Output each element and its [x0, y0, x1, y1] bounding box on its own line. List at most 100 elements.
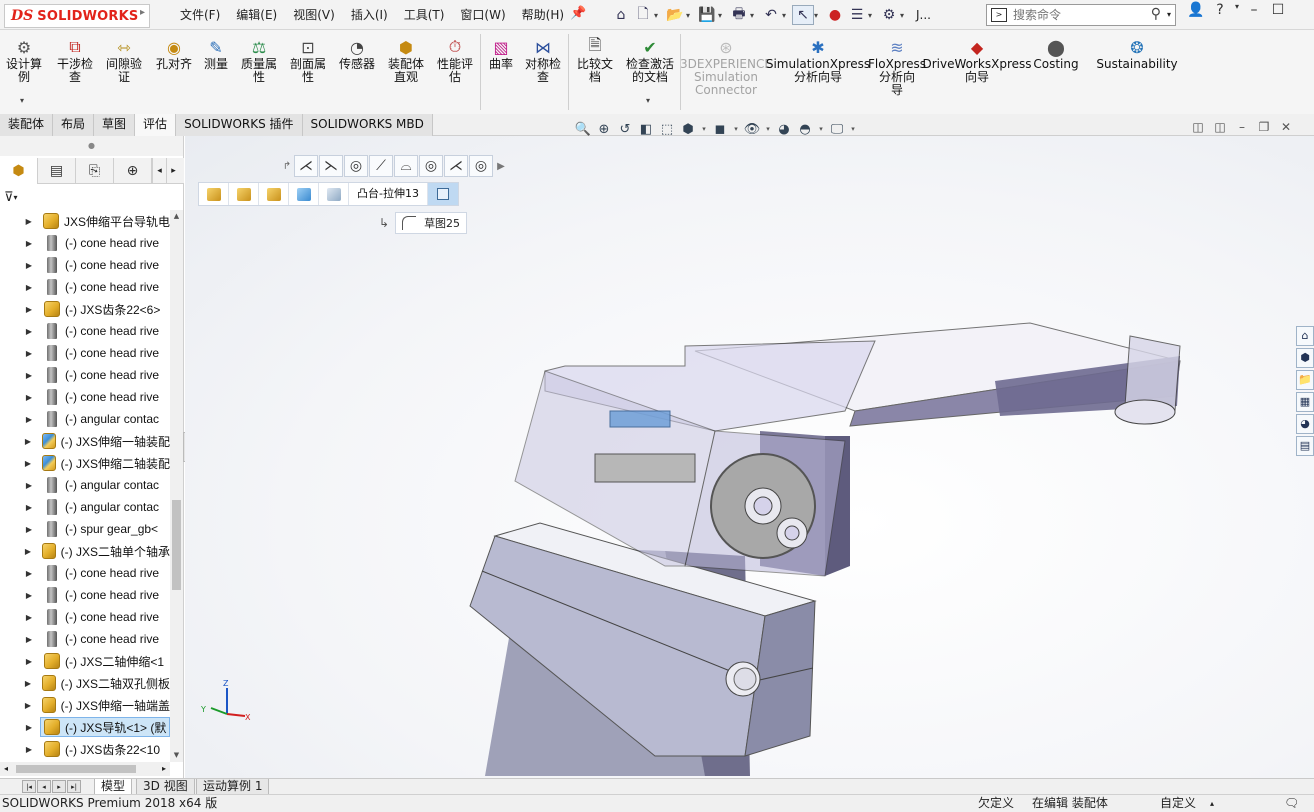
- expand-arrow-icon[interactable]: ▶: [22, 459, 34, 468]
- rebuild-status-icon[interactable]: 🗨: [1284, 795, 1299, 812]
- menu-item-6[interactable]: 帮助(H): [514, 6, 572, 23]
- rebuild-traffic-light-icon[interactable]: ●: [824, 5, 846, 25]
- tab-2[interactable]: 草图: [94, 114, 136, 136]
- scrollbar-thumb[interactable]: [172, 500, 181, 590]
- view-settings-icon[interactable]: 🖵: [828, 122, 846, 137]
- viewport-minimize-icon[interactable]: –: [1234, 120, 1250, 134]
- hide-show-dropdown-icon[interactable]: ▾: [764, 125, 772, 133]
- viewport-maximize-icon[interactable]: ❐: [1256, 120, 1272, 134]
- search-dropdown-icon[interactable]: ▾: [1167, 10, 1171, 19]
- ribbon-button-costing[interactable]: ⬤ Costing: [1030, 36, 1082, 71]
- tab-4[interactable]: SOLIDWORKS 插件: [176, 114, 303, 136]
- ribbon-button-assembly-visualization[interactable]: ⬢ 装配体 直观: [383, 36, 429, 84]
- expand-arrow-icon[interactable]: ▶: [22, 239, 36, 248]
- horizontal-scrollbar-thumb[interactable]: [16, 765, 136, 773]
- tree-row[interactable]: ▶ (-) cone head rive: [0, 320, 170, 342]
- help-dropdown-icon[interactable]: ▾: [1232, 2, 1242, 18]
- expand-arrow-icon[interactable]: ▶: [22, 305, 36, 314]
- tab-3[interactable]: 评估: [135, 114, 177, 136]
- select-cursor-icon[interactable]: ↖: [792, 5, 814, 25]
- check-active-document-dropdown-icon[interactable]: ▾: [646, 96, 650, 105]
- tree-vertical-scrollbar[interactable]: ▲ ▼: [170, 210, 183, 762]
- expand-arrow-icon[interactable]: ▶: [22, 437, 34, 446]
- display-style-dropdown-icon[interactable]: ▾: [732, 125, 740, 133]
- tree-row[interactable]: ▶ (-) JXS二轴伸缩<1: [0, 650, 170, 672]
- ribbon-button-interference-check[interactable]: ⧉ 干涉检 查: [52, 36, 98, 84]
- file-explorer-icon[interactable]: 📁: [1296, 370, 1314, 390]
- custom-properties-icon[interactable]: ▤: [1296, 436, 1314, 456]
- help-icon[interactable]: ?: [1208, 2, 1232, 18]
- expand-arrow-icon[interactable]: ▶: [22, 349, 36, 358]
- feature-manager-tab-icon[interactable]: ⬢: [0, 158, 38, 184]
- next-tab-icon[interactable]: ▸: [52, 780, 66, 793]
- configuration-manager-tab-icon[interactable]: ⎘: [76, 158, 114, 184]
- filter-icon[interactable]: ⊽: [4, 190, 14, 205]
- search-commands-box[interactable]: > ⚲ ▾: [986, 4, 1176, 26]
- maximize-window-icon[interactable]: ☐: [1266, 2, 1290, 18]
- logo-expand-icon[interactable]: ▸: [140, 7, 145, 18]
- hide-show-items-icon[interactable]: 👁: [743, 122, 761, 137]
- panel-grip[interactable]: ●: [0, 136, 183, 156]
- tree-row[interactable]: ▶ JXS伸缩平台导轨电: [0, 210, 170, 232]
- open-icon[interactable]: 📂: [664, 5, 686, 25]
- print-dropdown-icon[interactable]: ▾: [750, 11, 760, 20]
- tree-row[interactable]: ▶ (-) JXS二轴单个轴承: [0, 540, 170, 562]
- expand-arrow-icon[interactable]: ▶: [22, 569, 36, 578]
- tree-horizontal-scrollbar[interactable]: ◂ ▸: [0, 762, 170, 776]
- expand-arrow-icon[interactable]: ▶: [22, 327, 36, 336]
- expand-arrow-icon[interactable]: ▶: [22, 679, 34, 688]
- ribbon-button-mass-properties[interactable]: ⚖ 质量属 性: [236, 36, 282, 84]
- tree-row[interactable]: ▶ (-) JXS伸缩一轴端盖: [0, 694, 170, 716]
- expand-arrow-icon[interactable]: ▶: [22, 723, 36, 732]
- tree-row[interactable]: ▶ (-) angular contac: [0, 496, 170, 518]
- tree-row[interactable]: ▶ (-) JXS齿条22<6>: [0, 298, 170, 320]
- viewport-close-icon[interactable]: ✕: [1278, 120, 1294, 134]
- viewport-restore-left-icon[interactable]: ◫: [1190, 120, 1206, 134]
- first-tab-icon[interactable]: |◂: [22, 780, 36, 793]
- zoom-to-area-icon[interactable]: ⊕: [595, 122, 613, 137]
- scroll-down-icon[interactable]: ▼: [170, 749, 183, 762]
- save-icon[interactable]: 💾: [696, 5, 718, 25]
- zoom-to-fit-icon[interactable]: 🔍: [574, 122, 592, 137]
- menu-item-4[interactable]: 工具(T): [396, 6, 453, 23]
- tree-row[interactable]: ▶ (-) cone head rive: [0, 342, 170, 364]
- solidworks-logo[interactable]: DS SOLIDWORKS ▸: [4, 4, 150, 28]
- filter-dropdown-icon[interactable]: ▾: [14, 193, 18, 202]
- tree-row[interactable]: ▶ (-) cone head rive: [0, 584, 170, 606]
- last-tab-icon[interactable]: ▸|: [67, 780, 81, 793]
- prev-tab-icon[interactable]: ◂: [37, 780, 51, 793]
- view-orientation-icon[interactable]: ⬢: [679, 122, 697, 137]
- ribbon-button-simulationxpress[interactable]: ✱ SimulationXpress 分析向导: [766, 36, 870, 84]
- expand-arrow-icon[interactable]: ▶: [22, 657, 36, 666]
- expand-arrow-icon[interactable]: ▶: [22, 591, 36, 600]
- select-dropdown-icon[interactable]: ▾: [814, 11, 824, 20]
- apply-scene-icon[interactable]: ◓: [796, 122, 814, 137]
- tree-row[interactable]: ▶ (-) JXS伸缩一轴装配: [0, 430, 170, 452]
- view-orientation-dropdown-icon[interactable]: ▾: [700, 125, 708, 133]
- ribbon-button-floxpress[interactable]: ≋ FloXpress 分析向 导: [868, 36, 926, 97]
- expand-arrow-icon[interactable]: ▶: [22, 525, 36, 534]
- display-style-icon[interactable]: ◼: [711, 122, 729, 137]
- view-palette-icon[interactable]: ▦: [1296, 392, 1314, 412]
- search-input[interactable]: [1013, 8, 1143, 22]
- pin-icon[interactable]: 📌: [570, 6, 586, 21]
- minimize-window-icon[interactable]: –: [1242, 2, 1266, 18]
- tree-row[interactable]: ▶ (-) cone head rive: [0, 562, 170, 584]
- ribbon-button-section-properties[interactable]: ⊡ 剖面属 性: [285, 36, 331, 84]
- tree-row[interactable]: ▶ (-) spur gear_gb<: [0, 518, 170, 540]
- expand-arrow-icon[interactable]: ▶: [22, 635, 36, 644]
- tree-row[interactable]: ▶ (-) cone head rive: [0, 232, 170, 254]
- tab-0[interactable]: 装配体: [0, 114, 54, 136]
- user-menu[interactable]: J...: [916, 8, 931, 22]
- tree-row[interactable]: ▶ (-) JXS伸缩二轴装配: [0, 452, 170, 474]
- expand-arrow-icon[interactable]: ▶: [22, 371, 36, 380]
- expand-arrow-icon[interactable]: ▶: [22, 283, 36, 292]
- tree-row[interactable]: ▶ (-) JXS齿条22<10: [0, 738, 170, 760]
- new-document-icon[interactable]: 🗋: [632, 5, 654, 25]
- expand-arrow-icon[interactable]: ▶: [22, 393, 36, 402]
- user-account-icon[interactable]: 👤: [1184, 2, 1208, 18]
- ribbon-button-measure[interactable]: ✎ 测量: [198, 36, 234, 71]
- expand-arrow-icon[interactable]: ▶: [22, 547, 34, 556]
- property-manager-tab-icon[interactable]: ▤: [38, 158, 76, 184]
- home-icon[interactable]: ⌂: [610, 5, 632, 25]
